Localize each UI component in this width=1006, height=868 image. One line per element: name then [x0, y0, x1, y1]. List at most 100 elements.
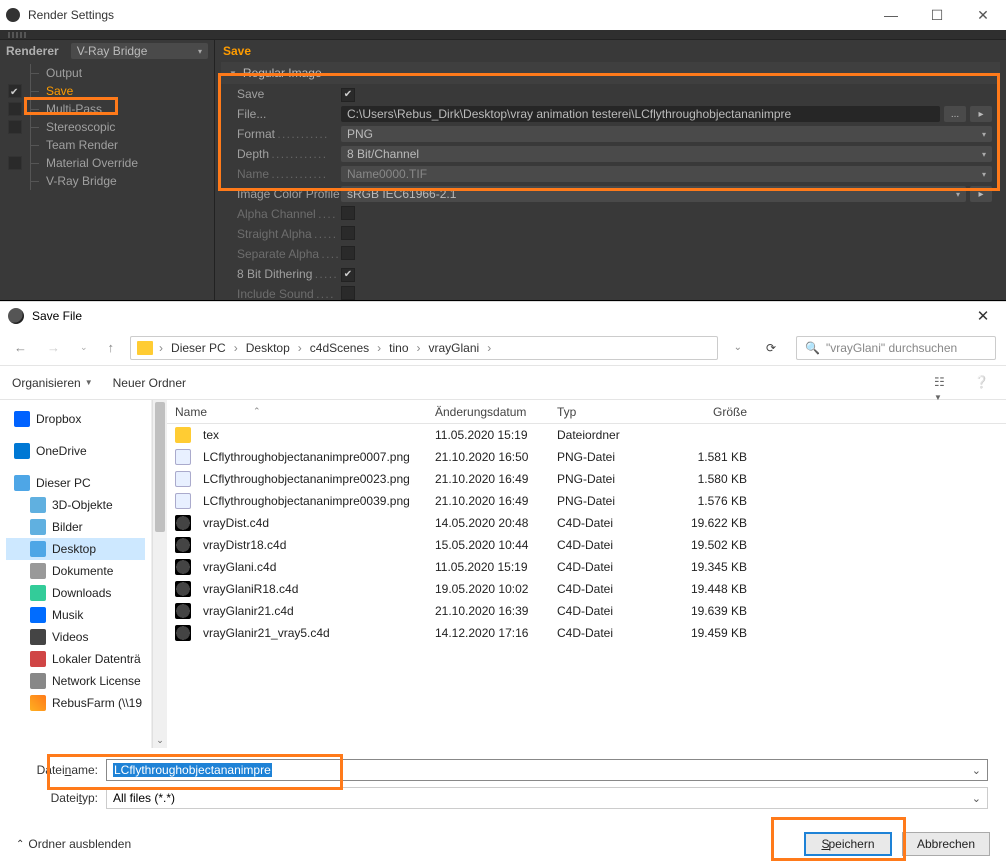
refresh-button[interactable]: ⟳: [758, 341, 784, 355]
tree-item-save[interactable]: Save: [0, 82, 214, 100]
dithering-checkbox[interactable]: [341, 268, 355, 282]
profile-more-button[interactable]: ▸: [970, 186, 992, 202]
tree-node[interactable]: Downloads: [6, 582, 145, 604]
help-button[interactable]: ❔: [974, 375, 994, 391]
tree-item-team-render[interactable]: Team Render: [0, 136, 214, 154]
save-checkbox[interactable]: [341, 88, 355, 102]
up-button[interactable]: ↑: [104, 340, 119, 355]
file-row[interactable]: vrayGlanir21_vray5.c4d14.12.2020 17:16C4…: [167, 622, 1006, 644]
file-icon: [175, 625, 191, 641]
dialog-title: Save File: [32, 309, 82, 323]
name-dropdown[interactable]: Name0000.TIF: [341, 166, 992, 182]
close-button[interactable]: ✕: [960, 0, 1006, 30]
file-row[interactable]: vrayDist.c4d14.05.2020 20:48C4D-Datei19.…: [167, 512, 1006, 534]
column-type[interactable]: Typ: [549, 405, 665, 419]
file-row[interactable]: vrayGlani.c4d11.05.2020 15:19C4D-Datei19…: [167, 556, 1006, 578]
column-size[interactable]: Größe: [665, 405, 755, 419]
file-row[interactable]: vrayGlanir21.c4d21.10.2020 16:39C4D-Date…: [167, 600, 1006, 622]
filetype-dropdown[interactable]: All files (*.*): [106, 787, 988, 809]
minimize-button[interactable]: —: [868, 0, 914, 30]
format-dropdown[interactable]: PNG: [341, 126, 992, 142]
checkbox[interactable]: [8, 156, 22, 170]
tree-node[interactable]: Lokaler Datenträ: [6, 648, 145, 670]
tree-node[interactable]: Dieser PC: [6, 472, 145, 494]
dialog-titlebar[interactable]: Save File ✕: [0, 302, 1006, 330]
view-button[interactable]: ☷ ▼: [934, 375, 954, 391]
color-profile-dropdown[interactable]: sRGB IEC61966-2.1: [341, 186, 966, 202]
back-button[interactable]: ←: [10, 340, 31, 355]
file-row[interactable]: LCflythroughobjectananimpre0007.png21.10…: [167, 446, 1006, 468]
tree-item-material-override[interactable]: Material Override: [0, 154, 214, 172]
file-list: Name⌃ Änderungsdatum Typ Größe tex11.05.…: [167, 400, 1006, 748]
tree-scrollbar[interactable]: ⌄: [152, 400, 167, 748]
tree-node[interactable]: Dokumente: [6, 560, 145, 582]
tree-node[interactable]: OneDrive: [6, 440, 145, 462]
history-button[interactable]: ⌄: [76, 342, 92, 353]
crumb-item[interactable]: Desktop: [244, 341, 292, 355]
folder-icon: [14, 411, 30, 427]
checkbox[interactable]: [8, 120, 22, 134]
file-row[interactable]: vrayGlaniR18.c4d19.05.2020 10:02C4D-Date…: [167, 578, 1006, 600]
file-icon: [175, 427, 191, 443]
tree-item-multi-pass[interactable]: Multi-Pass: [0, 100, 214, 118]
crumb-drop-button[interactable]: ⌄: [730, 342, 746, 353]
tree-node[interactable]: 3D-Objekte: [6, 494, 145, 516]
tree-item-stereoscopic[interactable]: Stereoscopic: [0, 118, 214, 136]
breadcrumb[interactable]: ›Dieser PC›Desktop›c4dScenes›tino›vrayGl…: [130, 336, 718, 360]
nav-bar: ← → ⌄ ↑ ›Dieser PC›Desktop›c4dScenes›tin…: [0, 330, 1006, 366]
tree-item-output[interactable]: Output: [0, 64, 214, 82]
window-titlebar[interactable]: Render Settings — ☐ ✕: [0, 0, 1006, 30]
new-folder-button[interactable]: Neuer Ordner: [113, 376, 186, 390]
search-input[interactable]: 🔍"vrayGlani" durchsuchen: [796, 336, 996, 360]
maximize-button[interactable]: ☐: [914, 0, 960, 30]
tree-node[interactable]: Network License: [6, 670, 145, 692]
column-name[interactable]: Name⌃: [167, 405, 427, 419]
save-button[interactable]: Speichern: [804, 832, 892, 856]
hide-folders-button[interactable]: ⌃Ordner ausblenden: [16, 837, 131, 851]
tree-node[interactable]: Videos: [6, 626, 145, 648]
file-row[interactable]: vrayDistr18.c4d15.05.2020 10:44C4D-Datei…: [167, 534, 1006, 556]
file-icon: [175, 581, 191, 597]
panel-header: Save: [215, 40, 1006, 62]
cancel-button[interactable]: Abbrechen: [902, 832, 990, 856]
play-button[interactable]: ▸: [970, 106, 992, 122]
separate-alpha-checkbox[interactable]: [341, 246, 355, 260]
filename-input[interactable]: LCflythroughobjectananimpre: [106, 759, 988, 781]
tree-node[interactable]: Musik: [6, 604, 145, 626]
checkbox[interactable]: [8, 102, 22, 116]
depth-dropdown[interactable]: 8 Bit/Channel: [341, 146, 992, 162]
folder-icon: [30, 695, 46, 711]
file-icon: [175, 559, 191, 575]
filetype-label: Dateityp:: [18, 791, 98, 805]
tree-node[interactable]: Bilder: [6, 516, 145, 538]
collapsible-header[interactable]: ▼Regular Image: [221, 62, 1000, 84]
tree-node[interactable]: Desktop: [6, 538, 145, 560]
file-row[interactable]: LCflythroughobjectananimpre0039.png21.10…: [167, 490, 1006, 512]
crumb-item[interactable]: vrayGlani: [427, 341, 482, 355]
bottom-panel: Dateiname: LCflythroughobjectananimpre D…: [0, 748, 1006, 820]
tree-item-v-ray-bridge[interactable]: V-Ray Bridge: [0, 172, 214, 190]
file-icon: [175, 471, 191, 487]
straight-alpha-checkbox[interactable]: [341, 226, 355, 240]
file-row[interactable]: LCflythroughobjectananimpre0023.png21.10…: [167, 468, 1006, 490]
renderer-dropdown[interactable]: V-Ray Bridge: [71, 43, 208, 59]
forward-button[interactable]: →: [43, 340, 64, 355]
file-row[interactable]: tex11.05.2020 15:19Dateiordner: [167, 424, 1006, 446]
organize-button[interactable]: Organisieren▼: [12, 376, 93, 390]
include-sound-checkbox[interactable]: [341, 286, 355, 300]
crumb-item[interactable]: Dieser PC: [169, 341, 228, 355]
right-panel: Save ▼Regular Image Save File... C:\User…: [215, 40, 1006, 300]
checkbox[interactable]: [8, 84, 22, 98]
tree-node[interactable]: Dropbox: [6, 408, 145, 430]
folder-icon: [30, 607, 46, 623]
tree-node[interactable]: RebusFarm (\\19: [6, 692, 145, 714]
column-date[interactable]: Änderungsdatum: [427, 405, 549, 419]
close-button[interactable]: ✕: [960, 302, 1006, 330]
crumb-item[interactable]: c4dScenes: [308, 341, 371, 355]
file-path-field[interactable]: C:\Users\Rebus_Dirk\Desktop\vray animati…: [341, 106, 940, 122]
crumb-item[interactable]: tino: [387, 341, 410, 355]
alpha-checkbox[interactable]: [341, 206, 355, 220]
dock-handle[interactable]: [0, 30, 1006, 40]
app-icon: [6, 8, 20, 22]
browse-button[interactable]: ...: [944, 106, 966, 122]
